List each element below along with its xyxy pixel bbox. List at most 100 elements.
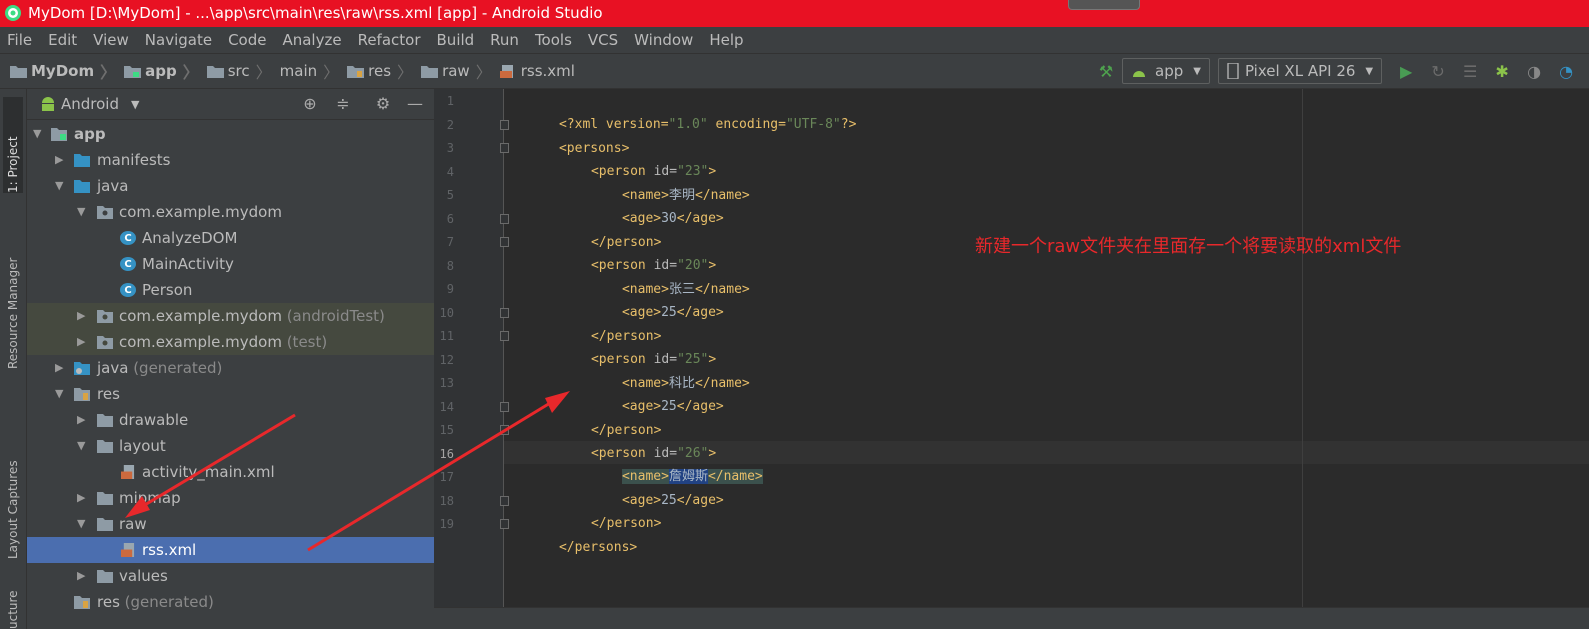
tree-item-res-generated[interactable]: res (generated) xyxy=(27,589,434,615)
fold-marker-icon[interactable] xyxy=(500,143,509,153)
fold-marker-icon[interactable] xyxy=(500,425,509,435)
tree-item-java-generated[interactable]: ▶ java (generated) xyxy=(27,355,434,381)
minimize-icon[interactable]: — xyxy=(405,94,425,114)
gear-icon[interactable]: ⚙ xyxy=(373,94,393,114)
tab-project[interactable]: 1: Project xyxy=(3,97,23,193)
tree-item-app[interactable]: ▼ app xyxy=(27,121,434,147)
tree-item-activity-main-xml[interactable]: activity_main.xml xyxy=(27,459,434,485)
tree-label: com.example.mydom (test) xyxy=(119,329,327,355)
tree-item-values[interactable]: ▶ values xyxy=(27,563,434,589)
fold-marker-icon[interactable] xyxy=(500,496,509,506)
tree-item-drawable[interactable]: ▶ drawable xyxy=(27,407,434,433)
locate-target-icon[interactable]: ⊕ xyxy=(300,94,320,114)
menu-view[interactable]: View xyxy=(93,27,129,53)
folder-icon xyxy=(74,154,90,167)
menu-edit[interactable]: Edit xyxy=(48,27,77,53)
expanded-arrow-icon[interactable]: ▼ xyxy=(77,433,89,459)
fold-marker-icon[interactable] xyxy=(500,120,509,130)
breadcrumb-src[interactable]: src 〉 xyxy=(206,59,278,83)
profile-icon[interactable]: ◑ xyxy=(1524,61,1544,81)
run-icon[interactable]: ▶ xyxy=(1396,61,1416,81)
menu-build[interactable]: Build xyxy=(437,27,475,53)
chevron-down-icon: ▼ xyxy=(1193,65,1201,77)
menu-run[interactable]: Run xyxy=(490,27,519,53)
expanded-arrow-icon[interactable]: ▼ xyxy=(55,173,67,199)
chevron-down-icon[interactable]: ▼ xyxy=(131,98,139,111)
collapsed-arrow-icon[interactable]: ▶ xyxy=(77,485,89,511)
collapsed-arrow-icon[interactable]: ▶ xyxy=(77,329,89,355)
expanded-arrow-icon[interactable]: ▼ xyxy=(33,121,45,147)
menu-code[interactable]: Code xyxy=(228,27,266,53)
fold-marker-icon[interactable] xyxy=(500,331,509,341)
fold-marker-icon[interactable] xyxy=(500,519,509,529)
collapse-all-icon[interactable]: ≑ xyxy=(333,94,353,114)
fold-marker-icon[interactable] xyxy=(500,308,509,318)
device-selector[interactable]: Pixel XL API 26 ▼ xyxy=(1217,58,1383,84)
tree-label: mipmap xyxy=(119,489,181,507)
attach-debugger-icon[interactable]: ◔ xyxy=(1556,61,1576,81)
breadcrumb-rss-xml[interactable]: rss.xml xyxy=(499,62,575,80)
debug-icon[interactable]: ✱ xyxy=(1492,61,1512,81)
tree-item-mipmap[interactable]: ▶ mipmap xyxy=(27,485,434,511)
menu-vcs[interactable]: VCS xyxy=(588,27,618,53)
tree-item-raw[interactable]: ▼ raw xyxy=(27,511,434,537)
line-number: 7 xyxy=(446,235,454,249)
expanded-arrow-icon[interactable]: ▼ xyxy=(55,381,67,407)
code-editor[interactable]: 1 2 3 4 5 6 7 8 9 10 11 12 13 14 15 16 1… xyxy=(434,89,1589,629)
expanded-arrow-icon[interactable]: ▼ xyxy=(77,199,89,225)
menu-navigate[interactable]: Navigate xyxy=(145,27,212,53)
tree-item-layout[interactable]: ▼ layout xyxy=(27,433,434,459)
fold-marker-icon[interactable] xyxy=(500,402,509,412)
menu-tools[interactable]: Tools xyxy=(535,27,572,53)
xml-declaration: encoding= xyxy=(707,117,786,132)
collapsed-arrow-icon[interactable]: ▶ xyxy=(77,303,89,329)
tree-item-package-test[interactable]: ▶ com.example.mydom (test) xyxy=(27,329,434,355)
tree-item-person[interactable]: C Person xyxy=(27,277,434,303)
tree-item-manifests[interactable]: ▶ manifests xyxy=(27,147,434,173)
tab-resource-manager[interactable]: Resource Manager xyxy=(3,219,23,369)
xml-declaration: ?> xyxy=(840,117,857,132)
menu-analyze[interactable]: Analyze xyxy=(282,27,341,53)
tree-label-main: com.example.mydom xyxy=(119,333,282,351)
apply-code-changes-icon[interactable]: ☰ xyxy=(1460,61,1480,81)
breadcrumb-main[interactable]: main 〉 xyxy=(280,59,346,83)
module-selector[interactable]: app ▼ xyxy=(1122,58,1210,84)
tab-layout-captures[interactable]: Layout Captures xyxy=(3,434,23,559)
tree-item-rss-xml[interactable]: rss.xml xyxy=(27,537,434,563)
menu-file[interactable]: File xyxy=(7,27,32,53)
code-line-current: <name>詹姆斯</name> xyxy=(575,442,763,484)
project-view-selector[interactable]: Android xyxy=(61,95,119,113)
tree-item-java[interactable]: ▼ java xyxy=(27,173,434,199)
tree-item-package[interactable]: ▼ com.example.mydom xyxy=(27,199,434,225)
collapsed-arrow-icon[interactable]: ▶ xyxy=(77,563,89,589)
breadcrumb-raw[interactable]: raw 〉 xyxy=(421,59,498,83)
folder-icon xyxy=(421,65,439,78)
menu-refactor[interactable]: Refactor xyxy=(358,27,421,53)
tree-item-mainactivity[interactable]: C MainActivity xyxy=(27,251,434,277)
expanded-arrow-icon[interactable]: ▼ xyxy=(77,511,89,537)
module-folder-icon xyxy=(51,128,67,141)
collapsed-arrow-icon[interactable]: ▶ xyxy=(55,147,67,173)
run-toolbar: ⚒ app ▼ Pixel XL API 26 ▼ ▶ ↻ ☰ ✱ ◑ ◔ xyxy=(1090,54,1582,88)
navigation-bar: MyDom 〉 app 〉 src 〉 main 〉 res 〉 raw 〉 r… xyxy=(0,53,1589,89)
menu-window[interactable]: Window xyxy=(634,27,693,53)
menu-help[interactable]: Help xyxy=(709,27,743,53)
fold-marker-icon[interactable] xyxy=(500,237,509,247)
breadcrumb-app[interactable]: app 〉 xyxy=(124,59,205,83)
breadcrumb-res[interactable]: res 〉 xyxy=(347,59,419,83)
collapsed-arrow-icon[interactable]: ▶ xyxy=(77,407,89,433)
tree-item-res[interactable]: ▼ res xyxy=(27,381,434,407)
breadcrumb-mydom[interactable]: MyDom 〉 xyxy=(10,59,122,83)
apply-changes-icon[interactable]: ↻ xyxy=(1428,61,1448,81)
fold-marker-icon[interactable] xyxy=(500,214,509,224)
collapsed-arrow-icon[interactable]: ▶ xyxy=(55,355,67,381)
tree-item-package-androidtest[interactable]: ▶ com.example.mydom (androidTest) xyxy=(27,303,434,329)
code-line: </persons> xyxy=(512,513,637,555)
resource-folder-icon xyxy=(74,596,90,609)
breadcrumb-label: rss.xml xyxy=(520,62,575,80)
tab-structure[interactable]: ucture xyxy=(3,589,23,629)
build-hammer-icon[interactable]: ⚒ xyxy=(1096,61,1116,81)
code-line: <age>30</age> xyxy=(575,184,724,226)
tree-item-analyzedom[interactable]: C AnalyzeDOM xyxy=(27,225,434,251)
xml-text: 25 xyxy=(661,399,677,414)
